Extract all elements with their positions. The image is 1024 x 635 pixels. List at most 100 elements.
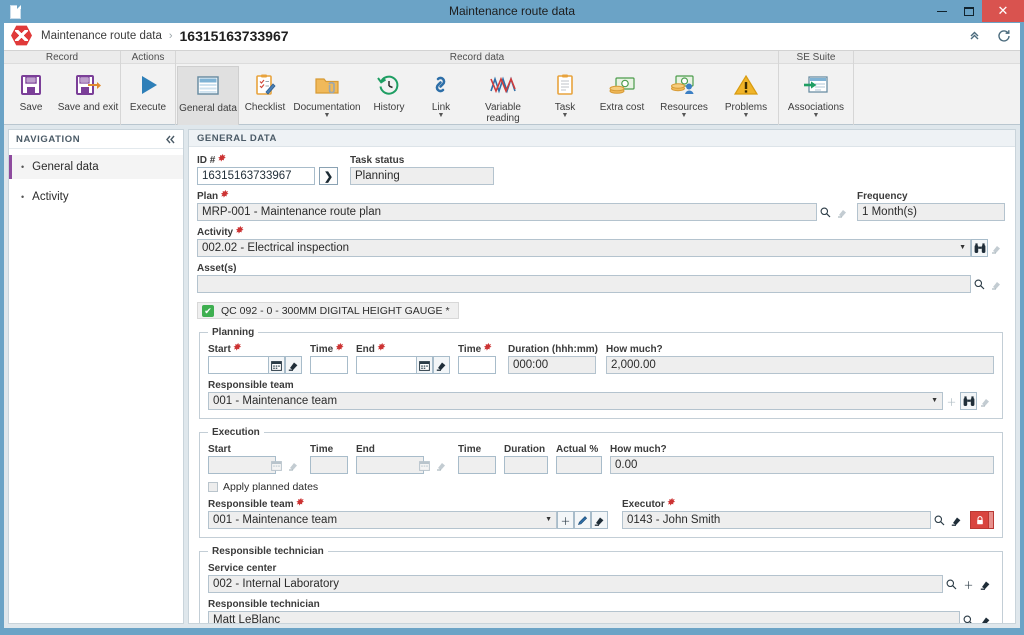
eraser-icon[interactable] (834, 203, 851, 221)
chevron-down-icon[interactable]: ▼ (545, 516, 552, 523)
history-button[interactable]: History (363, 66, 415, 126)
sidebar-item-general-data[interactable]: • General data (9, 155, 183, 179)
execution-time2-input[interactable] (458, 456, 496, 474)
sidebar-item-activity[interactable]: • Activity (9, 185, 183, 209)
execution-duration-label: Duration (504, 444, 546, 455)
id-input[interactable]: 16315163733967 (197, 167, 315, 185)
execution-duration-field (504, 456, 548, 474)
chevron-down-icon[interactable]: ▼ (324, 112, 331, 119)
eraser-icon[interactable] (977, 392, 994, 410)
eraser-icon[interactable] (285, 356, 302, 374)
eraser-icon[interactable] (591, 511, 608, 529)
frequency-label: Frequency (857, 191, 908, 202)
eraser-icon[interactable] (988, 239, 1005, 257)
planning-start-input[interactable] (208, 356, 276, 374)
minimize-button[interactable] (928, 0, 955, 22)
chevron-down-icon[interactable]: ▼ (681, 112, 688, 119)
planning-howmuch-field: 2,000.00 (606, 356, 994, 374)
eraser-icon[interactable] (433, 456, 450, 474)
close-button[interactable]: ✕ (982, 0, 1024, 22)
magnifier-icon[interactable] (817, 203, 834, 221)
variable-reading-button[interactable]: Variable reading (467, 66, 539, 126)
link-button[interactable]: Link ▼ (415, 66, 467, 126)
chevron-down-icon[interactable]: ▼ (959, 244, 966, 251)
planning-team-row: Responsible team 001 - Maintenance team … (208, 380, 994, 410)
technician-field[interactable]: Matt LeBlanc (208, 611, 960, 623)
plus-icon[interactable]: ＋ (943, 392, 960, 410)
lock-indicator (989, 511, 994, 529)
pencil-icon[interactable] (574, 511, 591, 529)
assets-field[interactable] (197, 275, 971, 293)
magnifier-icon[interactable] (931, 511, 948, 529)
resources-button[interactable]: Resources ▼ (653, 66, 715, 126)
problems-button[interactable]: Problems ▼ (715, 66, 777, 126)
checklist-button[interactable]: Checklist (239, 66, 291, 126)
binoculars-icon[interactable] (960, 392, 977, 410)
eraser-icon[interactable] (977, 611, 994, 623)
binoculars-icon[interactable] (971, 239, 988, 257)
planning-dates-row: Start Time (208, 343, 994, 374)
chevron-down-icon[interactable]: ▼ (931, 397, 938, 404)
eraser-icon[interactable] (285, 456, 302, 474)
chevron-double-left-icon[interactable] (164, 134, 176, 145)
documentation-button[interactable]: Documentation ▼ (291, 66, 363, 126)
planning-team-select[interactable]: 001 - Maintenance team ▼ (208, 392, 943, 410)
calendar-icon[interactable] (416, 356, 433, 374)
ribbon-group-record-data: Record data General data Checklist Docum… (176, 51, 779, 126)
eraser-icon[interactable] (977, 575, 994, 593)
save-and-exit-button[interactable]: Save and exit (57, 66, 119, 126)
chevron-down-icon[interactable]: ▼ (438, 112, 445, 119)
apply-planned-dates-row[interactable]: Apply planned dates (208, 481, 994, 493)
check-icon[interactable]: ✔ (202, 304, 214, 317)
execution-time1-input[interactable] (310, 456, 348, 474)
extra-cost-button[interactable]: Extra cost (591, 66, 653, 126)
planning-end-input[interactable] (356, 356, 424, 374)
calendar-icon[interactable] (416, 456, 433, 474)
chain-link-icon (428, 70, 454, 100)
chevron-down-icon[interactable]: ▼ (743, 112, 750, 119)
plus-icon[interactable]: ＋ (960, 575, 977, 593)
associations-button[interactable]: Associations ▼ (780, 66, 852, 126)
zigzag-chart-icon (488, 70, 518, 100)
chevron-double-up-icon[interactable] (966, 27, 983, 44)
execution-end-input[interactable] (356, 456, 424, 474)
magnifier-icon[interactable] (960, 611, 977, 623)
chevron-right-icon[interactable]: ❯ (319, 167, 338, 185)
refresh-icon[interactable] (995, 27, 1012, 44)
calendar-icon[interactable] (268, 456, 285, 474)
id-label: ID # (197, 154, 329, 166)
save-and-exit-label: Save and exit (57, 102, 119, 113)
activity-select[interactable]: 002.02 - Electrical inspection ▼ (197, 239, 971, 257)
execution-start-input[interactable] (208, 456, 276, 474)
magnifier-icon[interactable] (943, 575, 960, 593)
service-center-field[interactable]: 002 - Internal Laboratory (208, 575, 943, 593)
lock-icon[interactable] (970, 511, 989, 529)
calendar-icon[interactable] (268, 356, 285, 374)
asset-chip[interactable]: ✔ QC 092 - 0 - 300MM DIGITAL HEIGHT GAUG… (197, 302, 459, 319)
ribbon-group-title: Actions (121, 51, 175, 64)
execute-button[interactable]: Execute (122, 66, 174, 126)
breadcrumb-module[interactable]: Maintenance route data (41, 30, 162, 42)
planning-duration-label: Duration (hhh:mm) (508, 344, 598, 355)
plan-frequency-row: Plan MRP-001 - Maintenance route plan (197, 190, 1005, 221)
planning-time2-input[interactable] (458, 356, 496, 374)
maximize-button[interactable] (955, 0, 982, 22)
save-button[interactable]: Save (5, 66, 57, 126)
magnifier-icon[interactable] (971, 275, 988, 293)
eraser-icon[interactable] (948, 511, 965, 529)
chevron-down-icon[interactable]: ▼ (813, 112, 820, 119)
executor-field[interactable]: 0143 - John Smith (622, 511, 931, 529)
eraser-icon[interactable] (433, 356, 450, 374)
asset-chip-label: QC 092 - 0 - 300MM DIGITAL HEIGHT GAUGE … (221, 304, 450, 317)
ribbon-filler (854, 51, 1020, 124)
execution-team-select[interactable]: 001 - Maintenance team ▼ (208, 511, 557, 529)
associations-icon (802, 70, 830, 100)
task-button[interactable]: Task ▼ (539, 66, 591, 126)
general-data-button[interactable]: General data (177, 66, 239, 126)
panel-title: GENERAL DATA (189, 130, 1015, 147)
chevron-down-icon[interactable]: ▼ (562, 112, 569, 119)
eraser-icon[interactable] (988, 275, 1005, 293)
apply-planned-dates-checkbox[interactable] (208, 482, 218, 492)
plus-icon[interactable]: ＋ (557, 511, 574, 529)
planning-time1-input[interactable] (310, 356, 348, 374)
